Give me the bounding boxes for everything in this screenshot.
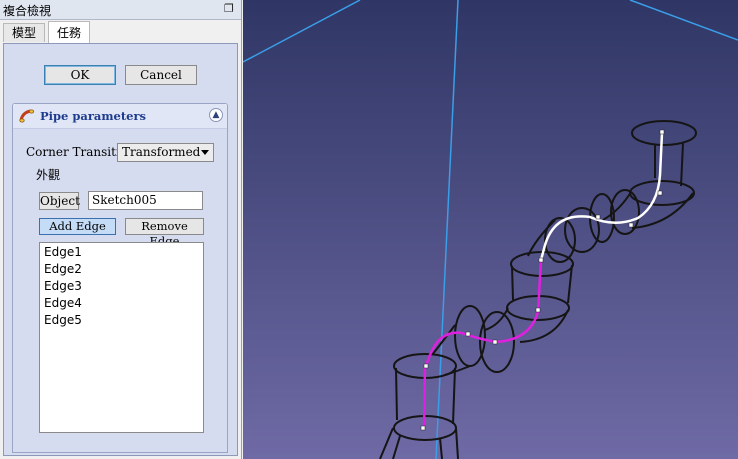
combo-view-title: 複合檢視 <box>3 4 52 18</box>
ok-button[interactable]: OK <box>44 65 116 85</box>
3d-scene[interactable] <box>243 0 738 459</box>
combo-view-tabs: 模型 任務 <box>0 21 241 43</box>
3d-viewport[interactable] <box>243 0 738 459</box>
edge-list[interactable]: Edge1 Edge2 Edge3 Edge4 Edge5 <box>39 242 204 433</box>
pipe-icon <box>19 109 35 123</box>
pipe-parameters-body: Corner Transition Transformed 外觀 Object … <box>13 129 227 452</box>
list-item[interactable]: Edge3 <box>44 278 82 295</box>
pipe-parameters-box: Pipe parameters ▲ Corner Transition Tran… <box>12 103 228 453</box>
cancel-button[interactable]: Cancel <box>125 65 197 85</box>
chevron-down-icon <box>201 150 209 155</box>
restore-window-icon[interactable]: ❐ <box>224 3 236 15</box>
corner-transition-select[interactable]: Transformed <box>117 143 214 162</box>
pipe-parameters-title: Pipe parameters <box>40 109 147 123</box>
task-panel: OK Cancel Pipe parameters ▲ Corner Trans… <box>3 43 238 456</box>
remove-edge-button[interactable]: Remove Edge <box>125 218 204 248</box>
list-item[interactable]: Edge2 <box>44 261 82 278</box>
list-item[interactable]: Edge4 <box>44 295 82 312</box>
corner-transition-value: Transformed <box>122 145 201 159</box>
add-edge-button[interactable]: Add Edge <box>39 218 116 235</box>
viewport-background <box>243 0 738 459</box>
collapse-icon[interactable]: ▲ <box>209 108 223 122</box>
combo-view-panel: 複合檢視 ❐ 模型 任務 OK Cancel Pipe parameters ▲… <box>0 0 242 459</box>
tab-model[interactable]: 模型 <box>3 23 46 42</box>
object-button[interactable]: Object <box>39 192 80 210</box>
list-item[interactable]: Edge1 <box>44 244 82 261</box>
tab-task[interactable]: 任務 <box>48 21 91 43</box>
combo-view-titlebar: 複合檢視 ❐ <box>0 0 241 20</box>
list-item[interactable]: Edge5 <box>44 312 82 329</box>
object-field[interactable]: Sketch005 <box>88 191 203 210</box>
appearance-label: 外觀 <box>36 168 61 182</box>
pipe-parameters-header[interactable]: Pipe parameters ▲ <box>13 104 227 129</box>
